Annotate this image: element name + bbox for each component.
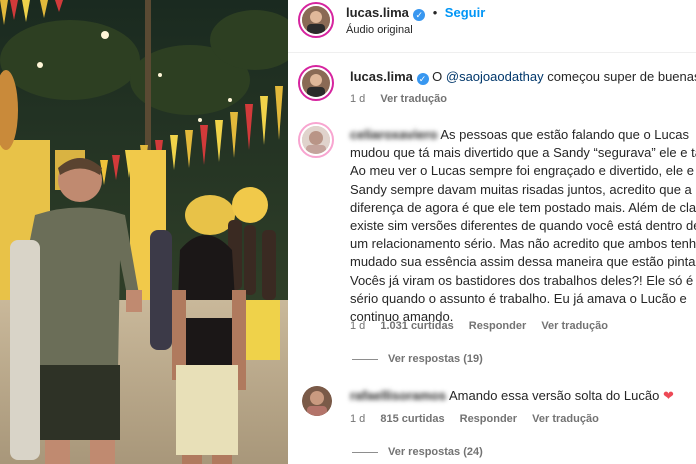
profile-photo-icon bbox=[302, 126, 330, 154]
caption-text-before: O bbox=[432, 69, 443, 84]
translate-link[interactable]: Ver tradução bbox=[541, 320, 608, 332]
comment-text: rafaellisoramos Amando essa versão solta… bbox=[350, 387, 674, 405]
comment-line: mudou que tá mais divertido que a Sandy … bbox=[350, 145, 696, 161]
caption-text-after: começou super de buenas bbox=[547, 69, 696, 84]
caption-username[interactable]: lucas.lima bbox=[350, 69, 413, 84]
comment-time: 1 d bbox=[350, 320, 366, 332]
follow-button[interactable]: Seguir bbox=[445, 5, 485, 20]
dot-separator: • bbox=[432, 5, 438, 20]
profile-photo-icon bbox=[302, 386, 332, 416]
caption-time: 1 d bbox=[350, 93, 366, 105]
comment-text: celiaroxaviero As pessoas que estão fala… bbox=[350, 126, 689, 144]
caption-text: lucas.lima ✓ O @saojoaodathay começou su… bbox=[350, 68, 696, 86]
caption-translate-link[interactable]: Ver tradução bbox=[380, 93, 447, 105]
view-replies-button[interactable]: Ver respostas (19) bbox=[352, 353, 483, 365]
comment-likes[interactable]: 1.031 curtidas bbox=[380, 320, 453, 332]
comment-line: mudado sua essência assim dessa maneira … bbox=[350, 254, 696, 270]
header-username[interactable]: lucas.lima bbox=[346, 5, 409, 20]
comment-line: Amando essa versão solta do Lucão bbox=[449, 388, 660, 403]
translate-link[interactable]: Ver tradução bbox=[532, 413, 599, 425]
comments-panel: lucas.lima ✓ • Seguir Áudio original luc… bbox=[288, 0, 696, 464]
header-avatar[interactable] bbox=[298, 2, 334, 38]
comment-username[interactable]: celiaroxaviero bbox=[350, 127, 437, 142]
profile-photo-icon bbox=[302, 6, 330, 34]
comment-time: 1 d bbox=[350, 413, 366, 425]
comment-line: Vocês já viram os bastidores dos trabalh… bbox=[350, 272, 696, 288]
caption-mention-link[interactable]: @saojoaodathay bbox=[446, 69, 544, 84]
profile-photo-icon bbox=[302, 69, 330, 97]
comment-line: As pessoas que estão falando que o Lucas bbox=[440, 127, 689, 142]
comment-line: existe sim versões diferentes de quando … bbox=[350, 218, 696, 233]
comment-avatar[interactable] bbox=[302, 386, 332, 416]
comment-line: diferença de agora é que ele tem postado… bbox=[350, 199, 696, 215]
header-divider bbox=[288, 52, 696, 53]
reply-button[interactable]: Responder bbox=[469, 320, 526, 332]
party-scene-image bbox=[0, 0, 288, 464]
verified-badge-icon: ✓ bbox=[416, 73, 429, 85]
replies-rule bbox=[352, 451, 378, 453]
comment-meta: 1 d 1.031 curtidas Responder Ver traduçã… bbox=[350, 320, 608, 332]
caption-avatar[interactable] bbox=[298, 65, 334, 101]
video-frame[interactable] bbox=[0, 0, 288, 464]
reply-button[interactable]: Responder bbox=[460, 413, 517, 425]
comment-avatar[interactable] bbox=[298, 122, 334, 158]
heart-emoji: ❤ bbox=[662, 388, 674, 403]
comment-line: Ao meu ver o Lucas sempre foi engraçado … bbox=[350, 163, 696, 179]
comment-meta: 1 d 815 curtidas Responder Ver tradução bbox=[350, 413, 599, 425]
comment-line: um relacionamento sério. Mas não acredit… bbox=[350, 236, 696, 252]
verified-badge-icon: ✓ bbox=[413, 9, 426, 21]
comment-line: Sandy sempre davam muitas risadas juntos… bbox=[350, 181, 692, 197]
replies-rule bbox=[352, 358, 378, 360]
comment-likes[interactable]: 815 curtidas bbox=[380, 413, 444, 425]
audio-label[interactable]: Áudio original bbox=[346, 24, 413, 36]
view-replies-button[interactable]: Ver respostas (24) bbox=[352, 446, 483, 458]
comment-username[interactable]: rafaellisoramos bbox=[350, 388, 446, 403]
comment-line: sério quando o assunto é trabalho. Eu já… bbox=[350, 290, 687, 306]
